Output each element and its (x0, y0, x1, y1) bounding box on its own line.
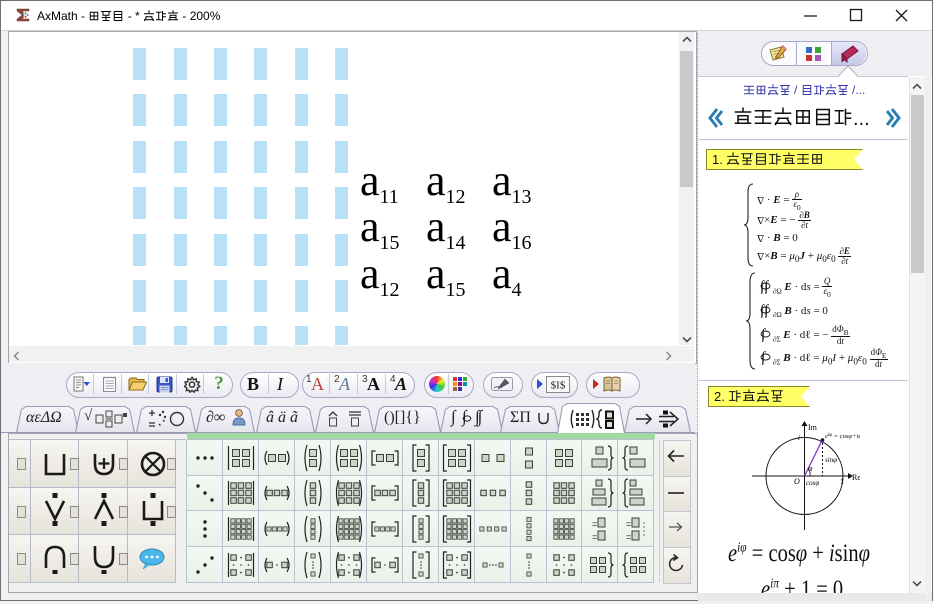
svg-text:1: 1 (840, 477, 844, 486)
svg-text:O: O (794, 477, 800, 486)
svg-text:i: i (798, 434, 800, 442)
svg-text:Im: Im (808, 423, 818, 432)
svg-text:eiφ = cosφ+isinφ: eiφ = cosφ+isinφ (825, 433, 860, 440)
svg-text:=: = (592, 519, 597, 529)
svg-text:$I$: $I$ (551, 380, 566, 392)
svg-text:=: = (592, 532, 597, 542)
svg-text:Re: Re (852, 473, 860, 482)
svg-text:cosφ: cosφ (806, 479, 819, 487)
svg-text:sinφ: sinφ (825, 456, 837, 464)
svg-text:φ: φ (808, 464, 813, 473)
svg-text:=: = (626, 532, 631, 542)
svg-text:=: = (626, 519, 631, 529)
